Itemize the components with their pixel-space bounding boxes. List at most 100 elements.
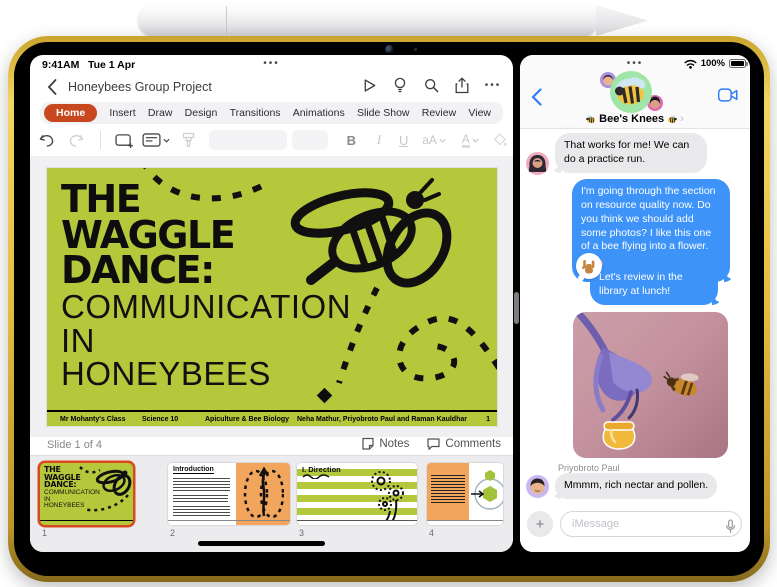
thumb3-footer [297,520,417,525]
thumbnail-slide-1[interactable]: THE WAGGLE DANCE: COMMUNICATION IN HONEY… [40,463,133,525]
honey-pot-emoji-sticker [602,421,636,450]
present-play-button[interactable] [359,75,379,95]
message-compose-bar: + [520,503,750,552]
slide-title[interactable]: THE WAGGLE DANCE: [61,180,236,289]
tab-design[interactable]: Design [185,107,218,119]
back-button[interactable] [526,87,546,107]
thumb2-waggle-diagram [243,466,284,519]
thumb3-squiggle [302,474,330,479]
comments-button[interactable]: Comments [427,437,501,450]
thumb1-bee-doodle [79,466,132,512]
footer-topic: Apiculture & Bee Biology [205,416,290,423]
notes-button[interactable]: Notes [362,437,409,450]
battery-icon [729,59,748,68]
font-size-field[interactable] [292,130,329,150]
underline-button[interactable]: U [391,133,416,148]
thumb3-flower-doodles [371,471,404,523]
footer-page-number: 1 [486,416,490,423]
ribbon-tab-bar: Home Insert Draw Design Transitions Anim… [40,102,503,124]
received-message[interactable]: Mmmm, rich nectar and pollen. [550,473,718,499]
text-size-label: aA [422,133,437,147]
slide-thumbnail-strip: THE WAGGLE DANCE: COMMUNICATION IN HONEY… [30,455,513,552]
thumbnail-slide-3[interactable]: I. Direction [297,463,417,525]
sent-message[interactable]: Let's review in the library at lunch! [590,265,722,305]
thumb2-footer [168,520,290,525]
document-title[interactable]: Honeybees Group Project [68,80,212,94]
footer-class: Mr Mohanty's Class [60,416,126,423]
slide-layout-icon[interactable] [138,133,174,147]
tab-slideshow[interactable]: Slide Show [357,107,410,119]
thumb4-greek-text [431,475,465,505]
title-actions: ••• [359,75,503,95]
tab-review[interactable]: Review [422,107,456,119]
thumb2-number: 2 [170,528,176,538]
group-name: Bee's Knees [599,113,665,125]
split-view-divider-handle[interactable] [514,292,519,324]
tab-view[interactable]: View [468,107,491,119]
multitasking-dots[interactable]: ••• [30,58,513,69]
thumb1-title: THE WAGGLE DANCE: [44,465,81,490]
facetime-video-button[interactable] [718,85,738,105]
front-camera [385,45,394,54]
add-attachment-button[interactable]: + [527,511,553,537]
thumb2-greek-text [173,495,228,503]
format-painter-icon[interactable] [174,132,203,148]
slide-position-label: Slide 1 of 4 [47,439,103,451]
love-you-gesture-reaction[interactable] [576,253,602,281]
bee-emoji [668,114,677,123]
footer-subject: Science 10 [142,416,179,423]
comments-icon [427,437,440,450]
new-slide-icon[interactable] [110,133,139,148]
font-name-field[interactable] [209,130,287,150]
photo-attachment-bee-flower[interactable] [573,312,728,458]
avatar-priyobroto-paul [526,475,549,498]
bold-button[interactable]: B [336,133,366,148]
notes-icon [362,437,374,450]
more-options-button[interactable]: ••• [483,75,503,95]
sent-message-text: I'm going through the section on resourc… [581,185,716,253]
microphone-icon[interactable] [720,516,740,536]
rehearse-lightbulb-button[interactable] [390,75,410,95]
home-indicator[interactable] [198,541,325,546]
thumb3-number: 3 [299,528,305,538]
tab-home[interactable]: Home [44,104,98,122]
share-button[interactable] [452,75,472,95]
tab-animations[interactable]: Animations [293,107,345,119]
formatting-toolbar: B I U aA A [30,124,513,156]
slide-editor-canvas: THE WAGGLE DANCE: COMMUNICATION IN HONEY… [30,156,513,437]
chevron-right-icon: › [680,112,684,125]
footer-authors: Neha Mathur, Priyobroto Paul and Raman K… [297,416,467,423]
tab-insert[interactable]: Insert [109,107,135,119]
powerpoint-window: 9:41AM Tue 1 Apr ••• Honeybees Group Pro… [30,55,513,552]
group-title[interactable]: Bee's Knees › [520,113,750,125]
apple-pencil [138,4,598,37]
screenshot-stage: 9:41AM Tue 1 Apr ••• Honeybees Group Pro… [0,0,777,587]
editor-status-row: Slide 1 of 4 Notes Comments [30,437,513,455]
font-color-button[interactable]: A [452,133,488,148]
bee-doodle [290,178,452,288]
thumbnail-slide-2[interactable]: Introduction [168,463,290,525]
thumbnail-slide-4[interactable] [427,463,503,525]
received-message[interactable]: That works for me! We can do a practice … [551,133,707,173]
group-avatar-bee[interactable] [610,71,652,113]
imessage-input[interactable] [560,511,742,537]
search-button[interactable] [421,75,441,95]
text-size-button[interactable]: aA [416,133,452,147]
slide-1-canvas[interactable]: THE WAGGLE DANCE: COMMUNICATION IN HONEY… [47,168,497,426]
fill-bucket-icon[interactable] [488,133,513,147]
back-button[interactable] [42,77,62,97]
sender-name-label: Priyobroto Paul [558,463,620,473]
thumb2-title: Introduction [173,466,214,474]
italic-button[interactable]: I [367,132,392,148]
redo-icon[interactable] [62,133,91,148]
slide-subtitle[interactable]: COMMUNICATION IN HONEYBEES [61,290,351,391]
thumb2-greek-text [173,506,230,517]
thumb4-number: 4 [429,528,435,538]
undo-icon[interactable] [30,133,62,148]
thumb1-number: 1 [42,528,48,538]
tab-draw[interactable]: Draw [148,107,173,119]
bee-photo [663,371,699,396]
tab-transitions[interactable]: Transitions [230,107,281,119]
apple-pencil-cap-seam [226,6,227,35]
purple-flower [573,312,652,422]
